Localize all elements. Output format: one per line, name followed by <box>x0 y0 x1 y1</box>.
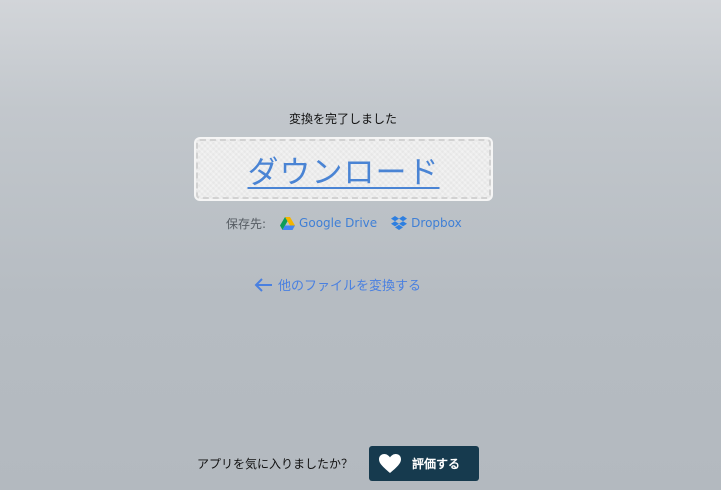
download-link[interactable]: ダウンロード <box>248 147 440 192</box>
google-drive-icon <box>280 216 296 230</box>
rate-app-row: アプリを気に入りましたか？ 評価する <box>197 446 480 481</box>
save-dropbox-link[interactable]: Dropbox <box>391 215 462 231</box>
rate-app-button-label: 評価する <box>412 457 461 471</box>
arrow-left-icon <box>254 277 272 292</box>
convert-other-files-label: 他のファイルを変換する <box>278 279 422 294</box>
google-drive-label: Google Drive <box>299 216 378 230</box>
dropbox-label: Dropbox <box>411 216 462 230</box>
rate-app-question: アプリを気に入りましたか？ <box>197 457 354 471</box>
heart-icon <box>379 454 402 473</box>
rate-app-button[interactable]: 評価する <box>369 446 480 481</box>
save-to-label: 保存先: <box>226 216 267 231</box>
save-google-drive-link[interactable]: Google Drive <box>280 216 377 230</box>
save-to-row: 保存先: Google Drive Dropbox <box>226 214 476 232</box>
convert-other-files-link[interactable]: 他のファイルを変換する <box>254 275 421 294</box>
download-stamp[interactable]: ダウンロード <box>196 139 491 199</box>
conversion-status: 変換を完了しました <box>288 112 397 126</box>
dropbox-icon <box>391 215 408 230</box>
